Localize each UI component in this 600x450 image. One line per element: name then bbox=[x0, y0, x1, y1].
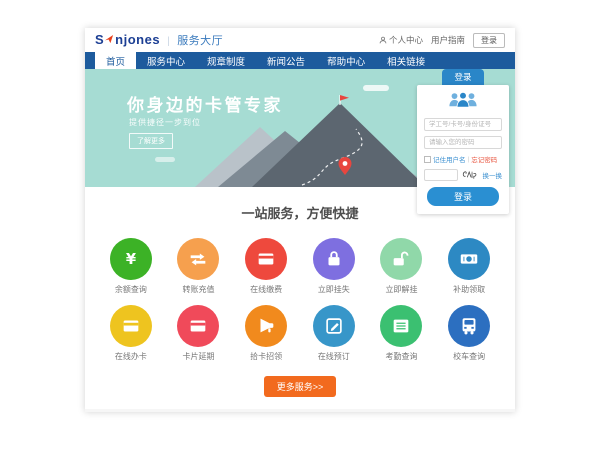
captcha-image[interactable] bbox=[461, 168, 480, 181]
separator: | bbox=[468, 156, 470, 163]
logo-arrow-icon bbox=[105, 35, 114, 44]
user-icon bbox=[379, 36, 387, 44]
captcha-input[interactable] bbox=[424, 169, 458, 181]
service-item-2[interactable]: 在线缴费 bbox=[232, 238, 300, 295]
edit-icon bbox=[313, 305, 355, 347]
more-services-wrap: 更多服务>> bbox=[85, 376, 515, 397]
service-label: 转账充值 bbox=[165, 284, 233, 295]
remember-row: 记住用户名 | 忘记密码 bbox=[424, 154, 502, 164]
login-form: 记住用户名 | 忘记密码 换一换 登录 bbox=[417, 85, 509, 214]
user-guide-link[interactable]: 用户指南 bbox=[431, 34, 465, 46]
nav-item-0[interactable]: 首页 bbox=[95, 52, 136, 69]
personal-center-link[interactable]: 个人中心 bbox=[379, 34, 423, 46]
service-label: 考勤查询 bbox=[368, 351, 436, 362]
nav-item-4[interactable]: 帮助中心 bbox=[316, 52, 376, 69]
service-item-4[interactable]: 立即解挂 bbox=[368, 238, 436, 295]
service-label: 在线办卡 bbox=[97, 351, 165, 362]
login-tab[interactable]: 登录 bbox=[442, 69, 484, 85]
card-icon bbox=[177, 305, 219, 347]
service-item-11[interactable]: 校车查询 bbox=[435, 305, 503, 362]
logo-text-2: njones bbox=[115, 32, 160, 47]
users-group-icon bbox=[424, 91, 502, 113]
service-label: 卡片延期 bbox=[165, 351, 233, 362]
services-grid: ¥ 余额查询转账充值在线缴费立即挂失立即解挂补助领取在线办卡卡片延期拾卡招领在线预… bbox=[85, 222, 515, 362]
cloud-decoration bbox=[155, 157, 175, 162]
nav-item-1[interactable]: 服务中心 bbox=[136, 52, 196, 69]
nav-item-3[interactable]: 新闻公告 bbox=[256, 52, 316, 69]
megaphone-icon bbox=[245, 305, 287, 347]
logo-text-1: S bbox=[95, 32, 104, 47]
bus-icon bbox=[448, 305, 490, 347]
forgot-password-link[interactable]: 忘记密码 bbox=[471, 154, 497, 164]
user-guide-label: 用户指南 bbox=[431, 34, 465, 46]
cloud-decoration bbox=[363, 85, 389, 91]
service-item-3[interactable]: 立即挂失 bbox=[300, 238, 368, 295]
password-input[interactable] bbox=[424, 136, 502, 149]
service-label: 在线预订 bbox=[300, 351, 368, 362]
announcements-section: 活动公告，随时知晓 使用指南最新公告更多>>使用指南更多>> bbox=[85, 409, 515, 412]
service-label: 校车查询 bbox=[435, 351, 503, 362]
login-submit-button[interactable]: 登录 bbox=[427, 187, 499, 206]
service-item-1[interactable]: 转账充值 bbox=[165, 238, 233, 295]
more-services-button[interactable]: 更多服务>> bbox=[264, 376, 337, 397]
banknote-icon bbox=[448, 238, 490, 280]
logo[interactable]: S njones | 服务大厅 bbox=[95, 32, 223, 48]
main-nav: 首页服务中心规章制度新闻公告帮助中心相关链接 bbox=[85, 52, 515, 69]
service-item-7[interactable]: 卡片延期 bbox=[165, 305, 233, 362]
captcha-refresh-link[interactable]: 换一换 bbox=[483, 170, 503, 180]
page: S njones | 服务大厅 个人中心 用户指南 登录 首页服务中心规章制度新… bbox=[85, 28, 515, 412]
nav-item-5[interactable]: 相关链接 bbox=[376, 52, 436, 69]
hero-cta-button[interactable]: 了解更多 bbox=[129, 133, 173, 149]
services-section: 一站服务，方便快捷 ¥余额查询转账充值在线缴费立即挂失立即解挂补助领取在线办卡卡… bbox=[85, 187, 515, 397]
card-icon bbox=[110, 305, 152, 347]
yen-icon: ¥ bbox=[110, 238, 152, 280]
personal-center-label: 个人中心 bbox=[389, 34, 423, 46]
service-label: 补助领取 bbox=[435, 284, 503, 295]
service-item-10[interactable]: 考勤查询 bbox=[368, 305, 436, 362]
login-panel: 登录 记住用户名 | 忘记密码 bbox=[417, 69, 509, 214]
header: S njones | 服务大厅 个人中心 用户指南 登录 bbox=[85, 28, 515, 52]
service-label: 在线缴费 bbox=[232, 284, 300, 295]
service-label: 拾卡招领 bbox=[232, 351, 300, 362]
header-right: 个人中心 用户指南 登录 bbox=[379, 33, 505, 48]
lock-icon bbox=[313, 238, 355, 280]
service-item-8[interactable]: 拾卡招领 bbox=[232, 305, 300, 362]
list-icon bbox=[380, 305, 422, 347]
service-item-5[interactable]: 补助领取 bbox=[435, 238, 503, 295]
remember-label[interactable]: 记住用户名 bbox=[433, 154, 466, 164]
nav-item-2[interactable]: 规章制度 bbox=[196, 52, 256, 69]
unlock-icon bbox=[380, 238, 422, 280]
captcha-row: 换一换 bbox=[424, 168, 502, 181]
transfer-arrows-icon bbox=[177, 238, 219, 280]
remember-checkbox[interactable] bbox=[424, 156, 431, 163]
service-label: 立即解挂 bbox=[368, 284, 436, 295]
service-item-0[interactable]: ¥ 余额查询 bbox=[97, 238, 165, 295]
logo-divider: | bbox=[167, 36, 170, 47]
username-input[interactable] bbox=[424, 118, 502, 131]
service-label: 立即挂失 bbox=[300, 284, 368, 295]
header-login-button[interactable]: 登录 bbox=[473, 33, 505, 48]
service-item-6[interactable]: 在线办卡 bbox=[97, 305, 165, 362]
mountain-illustration bbox=[190, 95, 430, 187]
service-label: 余额查询 bbox=[97, 284, 165, 295]
svg-text:¥: ¥ bbox=[126, 251, 137, 268]
service-item-9[interactable]: 在线预订 bbox=[300, 305, 368, 362]
card-icon bbox=[245, 238, 287, 280]
logo-suffix: 服务大厅 bbox=[177, 32, 223, 48]
